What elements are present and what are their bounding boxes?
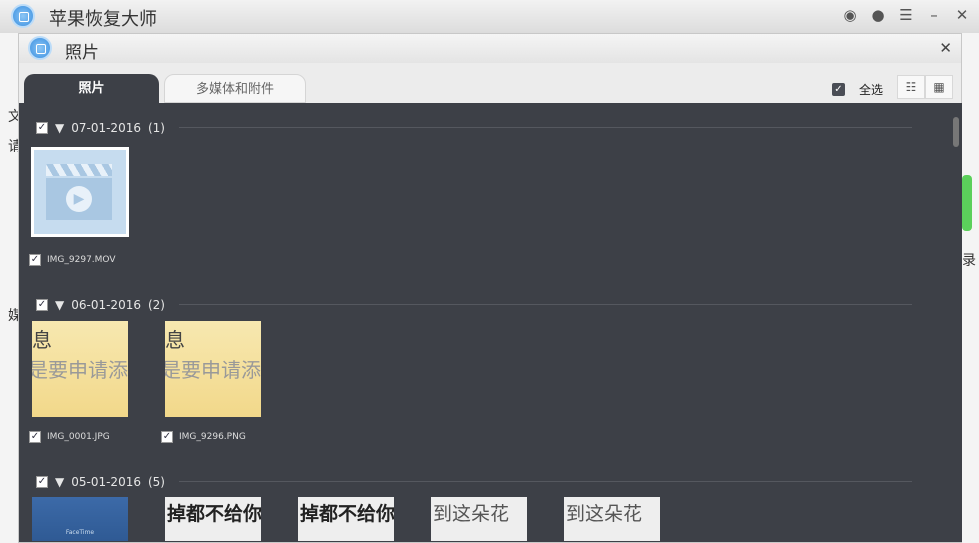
photos-dialog: 照片 ✕ 照片 多媒体和附件 ✓ 全选 ☷ ▦ ✓ ▼ 07-01-2016 (1) ▶ … [18, 33, 962, 543]
group-header: ✓ ▼ 06-01-2016 (2) [36, 298, 165, 312]
preview-text: 是要申请添 [32, 358, 128, 382]
close-icon[interactable]: ✕ [953, 6, 971, 24]
photo-list: ✓ ▼ 07-01-2016 (1) ▶ ✓ IMG_9297.MOV ✓ ▼ 06-01-… [19, 103, 950, 542]
thumbnail[interactable]: ▶ [31, 147, 129, 237]
file-checkbox[interactable]: ✓ [29, 254, 41, 266]
app-title: 苹果恢复大师 [49, 9, 157, 30]
scrollbar-thumb[interactable] [953, 117, 959, 147]
preview-text: 掉都不给你 [167, 503, 261, 525]
group-header: ✓ ▼ 05-01-2016 (5) [36, 475, 165, 489]
select-all-checkbox[interactable]: ✓ [831, 83, 845, 96]
tab-photos[interactable]: 照片 [24, 74, 159, 103]
group-date: 07-01-2016 [71, 121, 141, 135]
thumbnail[interactable]: 掉都不给你 [165, 497, 261, 541]
group-date: 06-01-2016 [71, 298, 141, 312]
file-item: ✓ IMG_9296.PNG [161, 431, 246, 443]
preview-text: 到这朵花 [566, 503, 643, 525]
chat-icon[interactable]: ● [869, 6, 887, 24]
list-view-icon[interactable]: ☷ [897, 75, 925, 99]
calendar-view-icon[interactable]: ▦ [925, 75, 953, 99]
group-header: ✓ ▼ 07-01-2016 (1) [36, 121, 165, 135]
thumbnail[interactable]: 到这朵花 [431, 497, 527, 541]
file-checkbox[interactable]: ✓ [161, 431, 173, 443]
app-titlebar: 苹果恢复大师 ◉ ● ☰ – ✕ [0, 0, 979, 33]
dialog-title: 照片 [65, 43, 99, 63]
group-checkbox[interactable]: ✓ [36, 122, 48, 134]
group-count: (5) [147, 475, 165, 489]
preview-text: 息 [165, 328, 185, 352]
collapse-triangle-icon[interactable]: ▼ [55, 298, 64, 312]
file-item: ✓ IMG_0001.JPG [29, 431, 110, 443]
minimize-icon[interactable]: – [925, 6, 943, 24]
thumbnail[interactable]: 到这朵花 [564, 497, 660, 541]
weibo-icon[interactable]: ◉ [841, 6, 859, 24]
file-name: IMG_0001.JPG [47, 432, 110, 442]
collapse-triangle-icon[interactable]: ▼ [55, 475, 64, 489]
group-checkbox[interactable]: ✓ [36, 476, 48, 488]
video-icon: ▶ [34, 150, 126, 234]
thumbnail[interactable]: 息是要申请添 [32, 321, 128, 417]
file-name: IMG_9296.PNG [179, 432, 246, 442]
dialog-logo-icon [28, 36, 52, 60]
feedback-icon[interactable]: ☰ [897, 6, 915, 24]
thumbnail[interactable]: 掉都不给你 [298, 497, 394, 541]
file-item: ✓ IMG_9297.MOV [29, 254, 116, 266]
group-count: (2) [147, 298, 165, 312]
preview-text: 掉都不给你 [300, 503, 394, 525]
app-logo-icon [11, 4, 35, 28]
group-date: 05-01-2016 [71, 475, 141, 489]
bg-text: 录 [962, 253, 976, 269]
preview-text: 到这朵花 [433, 503, 510, 525]
file-name: IMG_9297.MOV [47, 255, 116, 265]
select-all-label[interactable]: 全选 [859, 81, 883, 98]
preview-text: FaceTime [65, 529, 95, 536]
preview-text: 是要申请添 [165, 358, 261, 382]
thumbnail[interactable]: 息是要申请添 [165, 321, 261, 417]
thumbnail[interactable]: FaceTime [32, 497, 128, 541]
bg-green-button [962, 175, 972, 231]
preview-text: 息 [32, 328, 52, 352]
group-checkbox[interactable]: ✓ [36, 299, 48, 311]
group-count: (1) [147, 121, 165, 135]
collapse-triangle-icon[interactable]: ▼ [55, 121, 64, 135]
file-checkbox[interactable]: ✓ [29, 431, 41, 443]
tab-media-attachments[interactable]: 多媒体和附件 [164, 74, 306, 103]
scrollbar[interactable] [950, 103, 962, 542]
dialog-close-icon[interactable]: ✕ [939, 39, 952, 57]
